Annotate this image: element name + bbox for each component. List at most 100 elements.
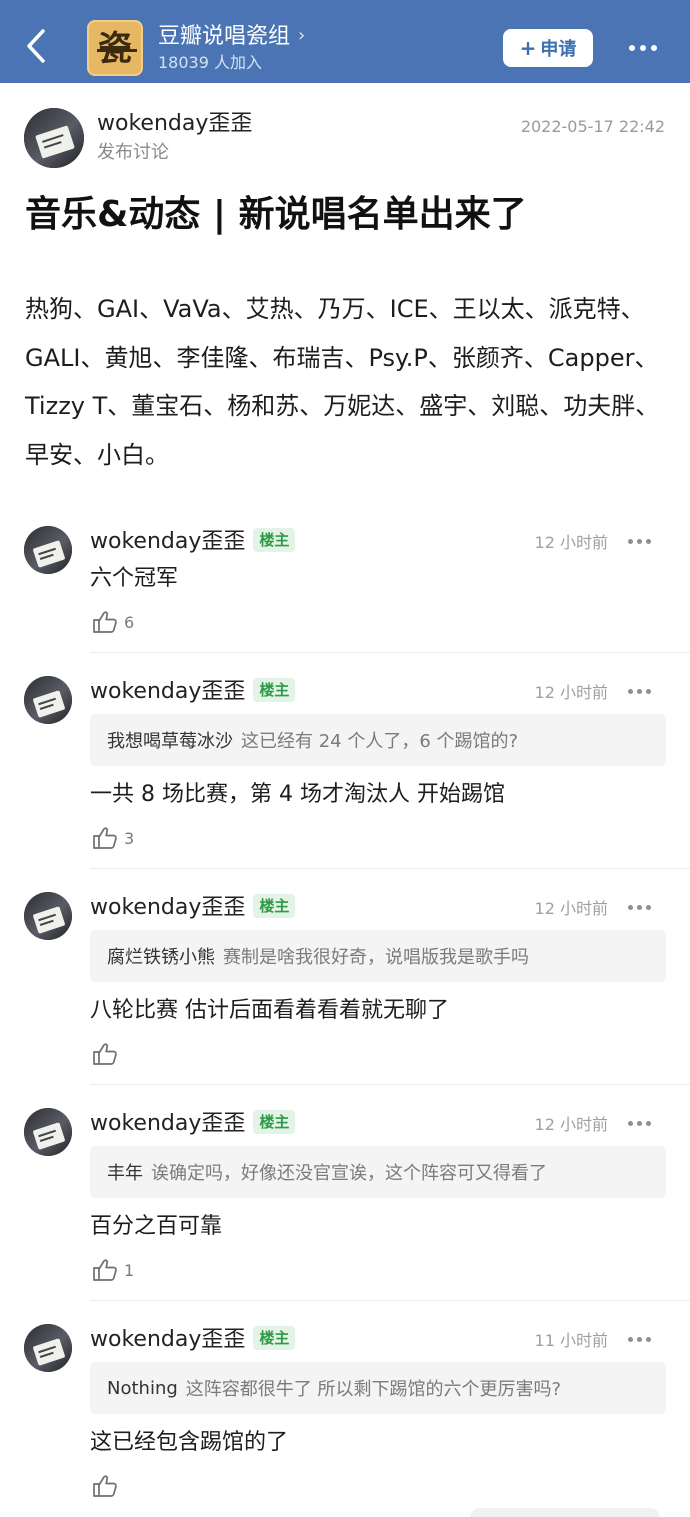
comment-timestamp: 12 小时前	[534, 683, 608, 702]
chevron-left-icon	[27, 29, 45, 63]
comment-avatar[interactable]	[24, 1324, 72, 1372]
thumbs-up-icon	[93, 1043, 117, 1065]
comment-timestamp: 12 小时前	[534, 899, 608, 918]
comment-item: wokenday歪歪 楼主 12 小时前 六个冠军 6	[0, 520, 690, 653]
group-name: 豆瓣说唱瓷组	[158, 24, 291, 49]
bottom-toolbar-edge	[470, 1508, 660, 1517]
apply-button[interactable]: + 申请	[503, 29, 593, 67]
quoted-reply[interactable]: 腐烂铁锈小熊 赛制是啥我很好奇，说唱版我是歌手吗	[90, 930, 666, 982]
group-logo-bar	[97, 49, 137, 52]
quoted-reply[interactable]: 我想喝草莓冰沙 这已经有 24 个人了，6 个踢馆的?	[90, 714, 666, 766]
quoted-text: 这已经有 24 个人了，6 个踢馆的?	[241, 731, 519, 752]
like-count: 1	[124, 1260, 135, 1280]
more-dot	[629, 45, 635, 51]
chevron-right-icon: ›	[298, 25, 306, 46]
post-title: 音乐&动态 | 新说唱名单出来了	[25, 194, 527, 235]
more-dot	[646, 1336, 651, 1342]
comment-divider	[90, 868, 690, 869]
comment-more-button[interactable]	[628, 1331, 658, 1347]
op-badge: 楼主	[253, 528, 296, 552]
group-logo[interactable]: 瓷	[87, 20, 143, 76]
comment-author-row: wokenday歪歪 楼主	[90, 894, 296, 922]
like-count: 6	[124, 612, 135, 632]
comment-text: 百分之百可靠	[90, 1214, 223, 1239]
like-button[interactable]: 6	[92, 608, 134, 636]
quoted-text: 赛制是啥我很好奇，说唱版我是歌手吗	[223, 947, 529, 968]
quoted-user: 丰年	[107, 1163, 143, 1184]
post-action-label: 发布讨论	[97, 142, 169, 163]
comment-more-button[interactable]	[628, 533, 658, 549]
comment-avatar[interactable]	[24, 892, 72, 940]
more-dot	[628, 904, 633, 910]
sign-stroke	[43, 141, 62, 149]
group-member-count: 18039 人加入	[158, 53, 262, 72]
more-dot	[646, 538, 651, 544]
comment-item: wokenday歪歪 楼主 11 小时前 Nothing 这阵容都很牛了 所以剩下…	[0, 1318, 690, 1513]
comment-author[interactable]: wokenday歪歪	[90, 529, 245, 554]
sign-stroke	[39, 1135, 54, 1142]
thumbs-up-icon	[93, 827, 117, 849]
comment-more-button[interactable]	[628, 899, 658, 915]
quoted-user: Nothing	[107, 1377, 178, 1399]
comment-timestamp: 12 小时前	[534, 533, 608, 552]
like-button[interactable]: 1	[92, 1256, 134, 1284]
quoted-text: 诶确定吗，好像还没官宣诶，这个阵容可又得看了	[151, 1163, 547, 1184]
comment-author-row: wokenday歪歪 楼主	[90, 1110, 296, 1138]
quoted-reply[interactable]: Nothing 这阵容都很牛了 所以剩下踢馆的六个更厉害吗?	[90, 1362, 666, 1414]
op-badge: 楼主	[253, 678, 296, 702]
comment-more-button[interactable]	[628, 683, 658, 699]
comment-timestamp: 11 小时前	[534, 1331, 608, 1350]
op-badge: 楼主	[253, 894, 296, 918]
comment-author-row: wokenday歪歪 楼主	[90, 678, 296, 706]
quoted-reply[interactable]: 丰年 诶确定吗，好像还没官宣诶，这个阵容可又得看了	[90, 1146, 666, 1198]
thumbs-up-icon	[93, 1259, 117, 1281]
more-options-button[interactable]	[622, 30, 664, 66]
comment-divider	[90, 652, 690, 653]
more-dot	[628, 1336, 633, 1342]
like-button[interactable]	[92, 1472, 124, 1500]
more-dot	[637, 904, 642, 910]
more-dot	[646, 904, 651, 910]
comment-item: wokenday歪歪 楼主 12 小时前 腐烂铁锈小熊 赛制是啥我很好奇，说唱版我…	[0, 886, 690, 1085]
comment-author[interactable]: wokenday歪歪	[90, 1111, 245, 1136]
comment-author[interactable]: wokenday歪歪	[90, 679, 245, 704]
comment-divider	[90, 1300, 690, 1301]
comment-avatar[interactable]	[24, 526, 72, 574]
quoted-text: 这阵容都很牛了 所以剩下踢馆的六个更厉害吗?	[185, 1379, 562, 1400]
comment-author[interactable]: wokenday歪歪	[90, 1327, 245, 1352]
more-dot	[646, 1120, 651, 1126]
more-dot	[637, 688, 642, 694]
like-button[interactable]: 3	[92, 824, 134, 852]
op-badge: 楼主	[253, 1110, 296, 1134]
comment-more-button[interactable]	[628, 1115, 658, 1131]
group-header: 瓷 豆瓣说唱瓷组 › 18039 人加入 + 申请	[0, 0, 690, 83]
quoted-user: 腐烂铁锈小熊	[107, 947, 215, 968]
group-title[interactable]: 豆瓣说唱瓷组 › 18039 人加入	[158, 22, 305, 73]
comment-timestamp: 12 小时前	[534, 1115, 608, 1134]
comment-item: wokenday歪歪 楼主 12 小时前 丰年 诶确定吗，好像还没官宣诶，这个阵容…	[0, 1102, 690, 1301]
thumbs-up-icon	[93, 1475, 117, 1497]
more-dot	[628, 688, 633, 694]
back-button[interactable]	[16, 22, 56, 70]
comment-divider	[90, 1084, 690, 1085]
comment-author[interactable]: wokenday歪歪	[90, 895, 245, 920]
thumbs-up-icon	[93, 611, 117, 633]
post-author-avatar[interactable]	[24, 108, 84, 168]
more-dot	[628, 1120, 633, 1126]
more-dot	[637, 538, 642, 544]
comment-avatar[interactable]	[24, 1108, 72, 1156]
sign-stroke	[39, 919, 54, 926]
comment-text: 一共 8 场比赛，第 4 场才淘汰人 开始踢馆	[90, 782, 505, 807]
more-dot	[646, 688, 651, 694]
sign-stroke	[39, 553, 54, 560]
like-button[interactable]	[92, 1040, 124, 1068]
comment-text: 八轮比赛 估计后面看着看着就无聊了	[90, 998, 449, 1023]
quoted-user: 我想喝草莓冰沙	[107, 731, 233, 752]
more-dot	[651, 45, 657, 51]
sign-stroke	[39, 1351, 54, 1358]
group-name-row: 豆瓣说唱瓷组 ›	[158, 22, 305, 51]
post-timestamp: 2022-05-17 22:42	[520, 117, 665, 136]
comment-author-row: wokenday歪歪 楼主	[90, 1326, 296, 1354]
post-author-name[interactable]: wokenday歪歪	[97, 110, 252, 138]
comment-avatar[interactable]	[24, 676, 72, 724]
